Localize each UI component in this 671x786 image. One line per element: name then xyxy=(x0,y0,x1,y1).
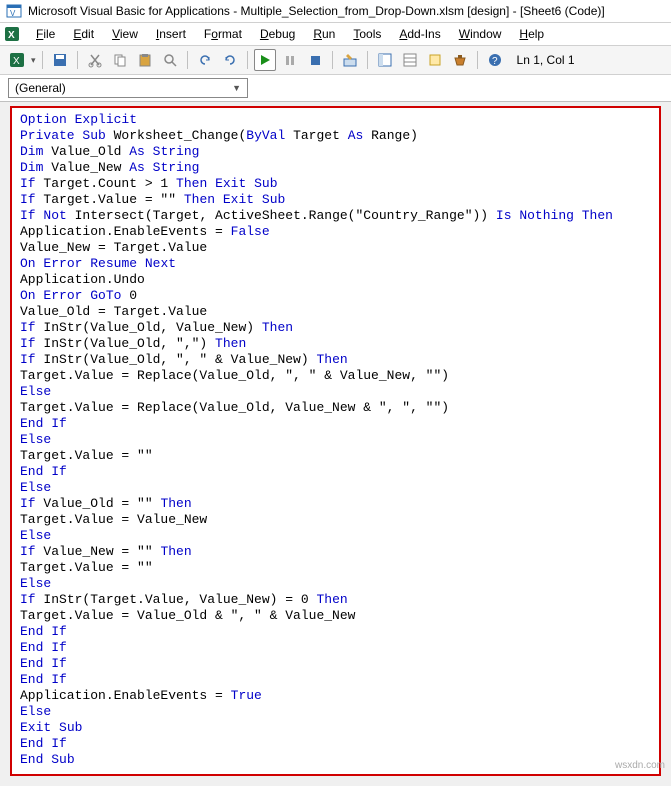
menubar: X File Edit View Insert Format Debug Run… xyxy=(0,23,671,46)
titlebar: V Microsoft Visual Basic for Application… xyxy=(0,0,671,23)
cut-icon[interactable] xyxy=(84,49,106,71)
view-excel-icon[interactable]: X xyxy=(6,49,28,71)
separator xyxy=(367,51,368,69)
properties-icon[interactable] xyxy=(399,49,421,71)
dropdown-arrow-icon[interactable]: ▾ xyxy=(31,55,36,66)
menu-file[interactable]: File xyxy=(28,25,63,43)
object-browser-icon[interactable] xyxy=(424,49,446,71)
window-title: Microsoft Visual Basic for Applications … xyxy=(28,4,605,18)
help-icon[interactable]: ? xyxy=(484,49,506,71)
copy-icon[interactable] xyxy=(109,49,131,71)
cursor-position: Ln 1, Col 1 xyxy=(517,53,575,67)
toolbar: X ▾ ? Ln 1, Col 1 xyxy=(0,46,671,75)
separator xyxy=(77,51,78,69)
svg-text:?: ? xyxy=(492,56,498,67)
menu-help[interactable]: Help xyxy=(511,25,552,43)
menu-addins[interactable]: Add-Ins xyxy=(391,25,448,43)
menu-debug[interactable]: Debug xyxy=(252,25,303,43)
menu-tools[interactable]: Tools xyxy=(345,25,389,43)
menu-run[interactable]: Run xyxy=(305,25,343,43)
menu-window[interactable]: Window xyxy=(451,25,510,43)
watermark: wsxdn.com xyxy=(615,760,665,771)
project-explorer-icon[interactable] xyxy=(374,49,396,71)
object-combo-value: (General) xyxy=(15,81,66,95)
separator xyxy=(332,51,333,69)
svg-text:X: X xyxy=(13,56,20,67)
menu-insert[interactable]: Insert xyxy=(148,25,194,43)
separator xyxy=(477,51,478,69)
vba-app-icon: V xyxy=(6,3,22,19)
code-frame: Option Explicit Private Sub Worksheet_Ch… xyxy=(10,106,661,776)
menu-view[interactable]: View xyxy=(104,25,146,43)
paste-icon[interactable] xyxy=(134,49,156,71)
chevron-down-icon: ▼ xyxy=(232,83,241,93)
code-editor[interactable]: Option Explicit Private Sub Worksheet_Ch… xyxy=(12,108,659,772)
run-icon[interactable] xyxy=(254,49,276,71)
stop-icon[interactable] xyxy=(304,49,326,71)
pause-icon[interactable] xyxy=(279,49,301,71)
redo-icon[interactable] xyxy=(219,49,241,71)
object-combo[interactable]: (General) ▼ xyxy=(8,78,248,98)
svg-text:V: V xyxy=(10,9,16,18)
find-icon[interactable] xyxy=(159,49,181,71)
menu-edit[interactable]: Edit xyxy=(65,25,102,43)
save-icon[interactable] xyxy=(49,49,71,71)
separator xyxy=(247,51,248,69)
dropdown-bar: (General) ▼ xyxy=(0,75,671,102)
undo-icon[interactable] xyxy=(194,49,216,71)
svg-text:X: X xyxy=(8,30,15,41)
separator xyxy=(42,51,43,69)
toolbox-icon[interactable] xyxy=(449,49,471,71)
menu-format[interactable]: Format xyxy=(196,25,250,43)
separator xyxy=(187,51,188,69)
design-mode-icon[interactable] xyxy=(339,49,361,71)
excel-icon[interactable]: X xyxy=(4,26,20,42)
